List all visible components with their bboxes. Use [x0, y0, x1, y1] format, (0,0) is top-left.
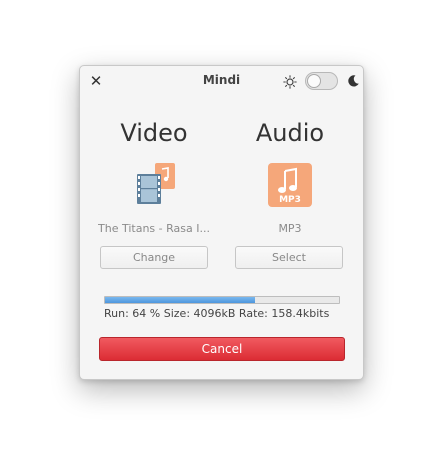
- app-window: ✕ Mindi Video The Titans - Rasa I... Cha…: [79, 65, 364, 380]
- progress-fill: [105, 297, 255, 303]
- sun-icon: [283, 75, 297, 89]
- audio-heading: Audio: [255, 119, 325, 147]
- select-audio-button[interactable]: Select: [235, 246, 343, 269]
- toggle-knob: [307, 74, 321, 88]
- moon-icon: [348, 75, 359, 87]
- video-file-icon: [137, 163, 175, 204]
- progress-bar: [104, 296, 340, 304]
- video-file-name: The Titans - Rasa I...: [98, 222, 210, 235]
- titlebar: ✕ Mindi: [80, 66, 363, 98]
- mp3-icon-label: MP3: [279, 195, 301, 205]
- audio-format: MP3: [278, 222, 302, 235]
- change-video-button[interactable]: Change: [100, 246, 208, 269]
- mp3-file-icon: MP3: [268, 163, 312, 207]
- dark-mode-toggle[interactable]: [305, 72, 338, 90]
- video-heading: Video: [120, 119, 188, 147]
- cancel-button[interactable]: Cancel: [99, 337, 345, 361]
- status-text: Run: 64 % Size: 4096kB Rate: 158.4kbits: [104, 307, 330, 320]
